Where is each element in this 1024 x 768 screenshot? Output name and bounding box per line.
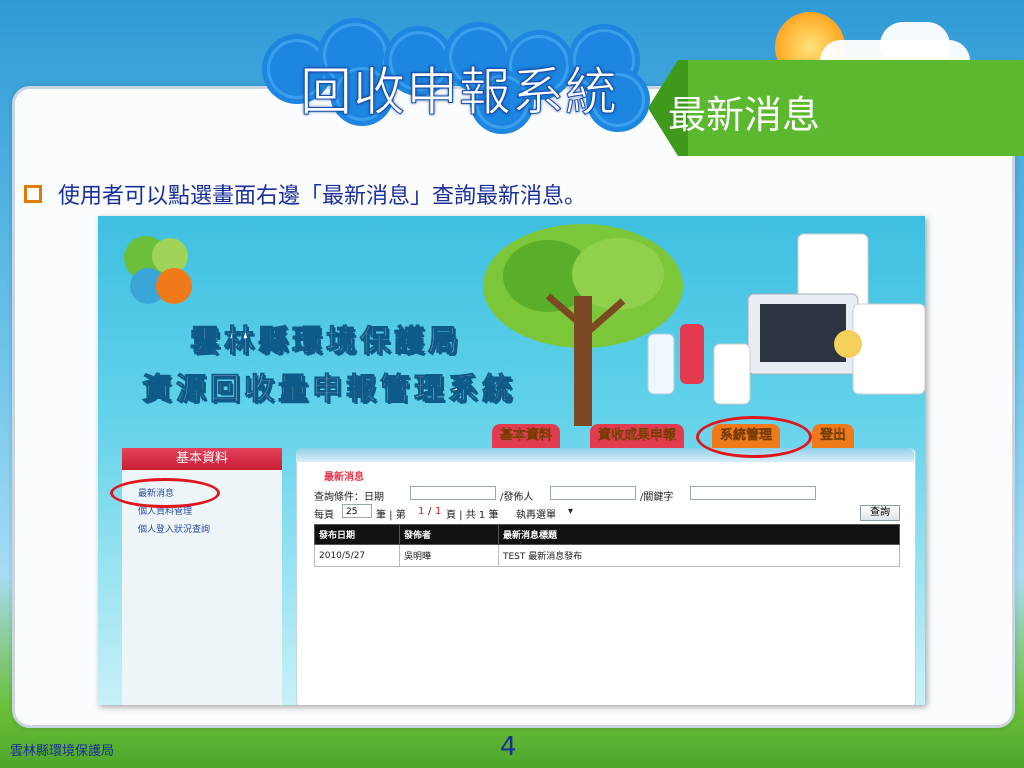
news-table: 發布日期 發佈者 最新消息標題 2010/5/27 吳明曄 TEST 最新消息發… xyxy=(314,524,900,567)
tab-logout[interactable]: 登出 xyxy=(812,424,855,448)
content-top-strip xyxy=(296,448,914,462)
pager-separator: / xyxy=(428,506,432,517)
slide-title: 回收申報系統 xyxy=(299,63,619,124)
app-screenshot: 雲林縣環境保護局 資源回收量申報管理系統 基本資料 資收成果申報 系統管理 登出… xyxy=(98,216,925,705)
pager-current-page: 1 xyxy=(418,506,425,517)
table-cell[interactable]: TEST 最新消息發布 xyxy=(498,544,900,567)
table-header-row: 發布日期 發佈者 最新消息標題 xyxy=(314,524,900,545)
org-name-text: 雲林縣環境保護局 xyxy=(190,324,462,360)
news-section-title: 最新消息 xyxy=(324,472,364,483)
publisher-input[interactable] xyxy=(550,486,636,500)
bullet-text: 使用者可以點選畫面右邊「最新消息」查詢最新消息。 xyxy=(58,184,587,209)
query-date-label: 查詢條件：日期 xyxy=(314,492,384,503)
highlight-oval-news xyxy=(110,478,220,508)
search-button[interactable]: 查詢 xyxy=(860,505,900,521)
tab-recycling-report[interactable]: 資收成果申報 xyxy=(590,424,685,448)
keyword-label: /關鍵字 xyxy=(640,492,674,503)
column-header: 發佈者 xyxy=(399,524,499,545)
table-cell: 吳明曄 xyxy=(399,544,499,567)
system-name-text: 資源回收量申報管理系統 xyxy=(142,372,516,408)
column-header: 最新消息標題 xyxy=(498,524,900,545)
page-number: 4 xyxy=(500,732,517,762)
per-page-input[interactable]: 25 xyxy=(342,504,372,518)
pager-total-pages: 1 xyxy=(435,506,442,517)
table-row[interactable]: 2010/5/27 吳明曄 TEST 最新消息發布 xyxy=(314,544,900,567)
publisher-label: /發佈人 xyxy=(500,492,534,503)
chevron-down-icon[interactable]: ▾ xyxy=(568,506,573,517)
date-input[interactable] xyxy=(410,486,496,500)
agri-logo-icon xyxy=(124,236,192,304)
tab-basic-data[interactable]: 基本資料 xyxy=(492,424,561,448)
table-cell: 2010/5/27 xyxy=(314,544,400,567)
sidebar-item-login-history[interactable]: 個人登入狀況查詢 xyxy=(138,522,210,535)
pager-unit-text: 筆 | 第 xyxy=(376,510,406,521)
column-header: 發布日期 xyxy=(314,524,400,545)
sort-select[interactable]: 執再選單 xyxy=(516,506,556,521)
keyword-input[interactable] xyxy=(690,486,816,500)
highlight-oval-system-management xyxy=(696,416,812,458)
footer-org: 雲林縣環境保護局 xyxy=(10,744,115,759)
per-page-label: 每頁 xyxy=(314,510,334,521)
sidebar-header: 基本資料 xyxy=(122,448,282,470)
bullet-marker xyxy=(24,185,42,203)
appliances-illustration xyxy=(647,233,925,405)
pager-summary-text: 頁 | 共 1 筆 xyxy=(446,510,499,521)
ribbon-label: 最新消息 xyxy=(668,93,821,137)
